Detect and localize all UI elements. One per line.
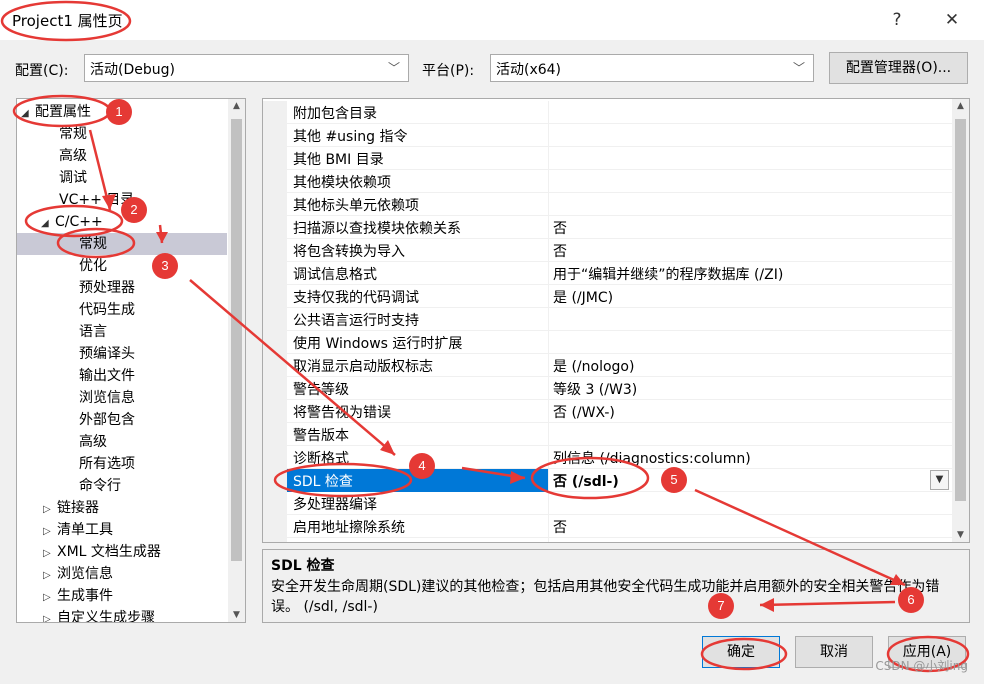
annotation-arrows [0, 0, 970, 673]
annotation-ellipse-ok [700, 637, 788, 671]
annotation-ellipse-sdl-value [530, 456, 650, 500]
annotation-badge: 6 [898, 587, 924, 613]
annotation-ellipse-sdl [273, 462, 413, 498]
annotation-arrow-5 [694, 488, 906, 587]
annotation-badge: 3 [152, 253, 178, 279]
watermark: CSDN @小刘ing [875, 659, 968, 673]
annotation-arrow-3 [189, 279, 396, 456]
annotation-ellipse-config-props [12, 94, 112, 128]
annotation-badge: 4 [409, 453, 435, 479]
annotation-arrow-6 [759, 600, 896, 607]
annotation-badge: 2 [121, 197, 147, 223]
annotation-badge: 5 [661, 467, 687, 493]
annotation-badge: 1 [106, 99, 132, 125]
annotation-badge: 7 [708, 593, 734, 619]
annotation-ellipse-title [0, 0, 132, 42]
